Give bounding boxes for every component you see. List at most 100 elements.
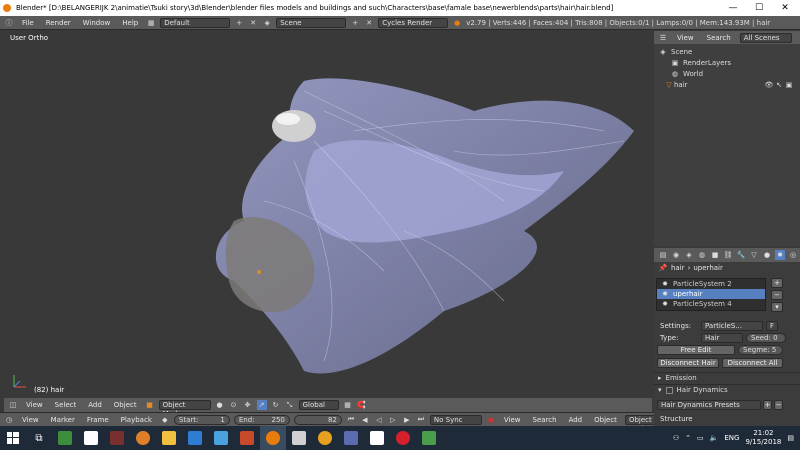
taskbar-app-13[interactable] — [364, 426, 390, 450]
close-button[interactable]: ✕ — [772, 0, 798, 16]
remove-system-button[interactable]: − — [771, 290, 783, 300]
layers-icon[interactable]: ▦ — [343, 400, 353, 410]
disconnect-all-button[interactable]: Disconnect All — [722, 358, 783, 368]
info-editor-icon[interactable]: ⓘ — [4, 18, 14, 28]
taskbar-file-explorer[interactable] — [156, 426, 182, 450]
rmenu-search[interactable]: Search — [529, 416, 561, 424]
physics-tab-icon[interactable]: ◎ — [788, 250, 798, 260]
language-indicator[interactable]: ENG — [724, 434, 739, 442]
outliner-item-hair[interactable]: ▽ hair 👁 ↖ ▣ — [654, 79, 800, 90]
play-icon[interactable]: ▷ — [388, 415, 398, 425]
tmenu-playback[interactable]: Playback — [117, 416, 156, 424]
modifier-tab-icon[interactable]: 🔧 — [736, 250, 746, 260]
volume-icon[interactable]: 🔈 — [710, 434, 719, 442]
orientation-selector[interactable]: Global — [298, 400, 339, 410]
vmenu-add[interactable]: Add — [84, 401, 106, 409]
scene-selector[interactable]: Scene — [276, 17, 347, 28]
hair-dynamics-panel-header[interactable]: ▾ Hair Dynamics — [654, 384, 800, 395]
timeline-editor-icon[interactable]: ◷ — [4, 415, 14, 425]
rmenu-view[interactable]: View — [500, 416, 525, 424]
shading-icon[interactable]: ● — [215, 400, 225, 410]
tmenu-frame[interactable]: Frame — [83, 416, 113, 424]
jump-start-icon[interactable]: ⏮ — [346, 415, 356, 425]
add-preset-button[interactable]: + — [763, 400, 772, 410]
constraint-tab-icon[interactable]: ⛓ — [723, 250, 733, 260]
type-select[interactable]: Hair — [701, 333, 743, 343]
settings-users[interactable]: F — [766, 321, 778, 331]
rmenu-object[interactable]: Object — [590, 416, 621, 424]
outliner-item-world[interactable]: ◍ World — [654, 68, 800, 79]
system-specials-button[interactable]: ▾ — [771, 302, 783, 312]
visibility-eye-icon[interactable]: 👁 — [764, 80, 774, 90]
vmenu-view[interactable]: View — [22, 401, 47, 409]
properties-editor-icon[interactable]: ▤ — [658, 250, 668, 260]
emission-panel-header[interactable]: ▸ Emission — [654, 372, 800, 383]
menu-render[interactable]: Render — [42, 19, 75, 27]
scale-icon[interactable]: ⤡ — [285, 400, 295, 410]
taskbar-app-4[interactable] — [130, 426, 156, 450]
mode-selector[interactable]: Object Mode — [158, 400, 211, 418]
layout-selector[interactable]: Default — [160, 17, 231, 28]
task-view-button[interactable]: ⧉ — [26, 426, 52, 450]
jump-end-icon[interactable]: ⏭ — [416, 415, 426, 425]
current-frame-field[interactable]: 82 — [293, 414, 342, 425]
taskbar-app-3[interactable] — [104, 426, 130, 450]
start-frame-field[interactable]: Start: 1 — [173, 414, 230, 425]
vmenu-select[interactable]: Select — [51, 401, 81, 409]
network-icon[interactable]: ▭ — [697, 434, 704, 442]
chevron-up-icon[interactable]: ⌃ — [685, 434, 691, 442]
outliner-item-scene[interactable]: ◈ Scene — [654, 46, 800, 57]
next-key-icon[interactable]: ▶ — [402, 415, 412, 425]
particles-tab-icon[interactable]: ✸ — [775, 250, 785, 260]
data-tab-icon[interactable]: ▽ — [749, 250, 759, 260]
taskbar-app-10[interactable] — [286, 426, 312, 450]
play-reverse-icon[interactable]: ◁ — [374, 415, 384, 425]
rmenu-add[interactable]: Add — [565, 416, 587, 424]
translate-icon[interactable]: ↗ — [256, 400, 267, 410]
material-tab-icon[interactable]: ● — [762, 250, 772, 260]
remove-scene-icon[interactable]: ✕ — [364, 18, 374, 28]
editor-type-icon[interactable]: ◫ — [8, 400, 18, 410]
list-item[interactable]: ✸ ParticleSystem 2 — [657, 279, 765, 289]
presets-select[interactable]: Hair Dynamics Presets — [657, 400, 761, 410]
snap-icon[interactable]: 🧲 — [357, 400, 367, 410]
outliner-editor-icon[interactable]: ☰ — [658, 33, 668, 43]
record-icon[interactable]: ● — [486, 415, 496, 425]
sync-selector[interactable]: No Sync — [429, 414, 482, 425]
outliner-item-renderlayers[interactable]: ▣ RenderLayers — [654, 57, 800, 68]
taskbar-app-12[interactable] — [338, 426, 364, 450]
taskbar-mail[interactable] — [182, 426, 208, 450]
notifications-icon[interactable]: ▤ — [787, 434, 794, 442]
end-frame-field[interactable]: End: 250 — [233, 414, 290, 425]
taskbar-app-2[interactable] — [78, 426, 104, 450]
maximize-button[interactable]: ☐ — [746, 0, 772, 16]
pin-icon[interactable]: 📌 — [658, 263, 668, 273]
taskbar-app-8[interactable] — [234, 426, 260, 450]
list-item[interactable]: ✸ ParticleSystem 4 — [657, 299, 765, 309]
free-edit-button[interactable]: Free Edit — [657, 345, 735, 355]
tmenu-view[interactable]: View — [18, 416, 43, 424]
tmenu-marker[interactable]: Marker — [47, 416, 79, 424]
add-system-button[interactable]: + — [771, 278, 783, 288]
outliner-search-menu[interactable]: Search — [703, 34, 735, 42]
taskbar-app-15[interactable] — [416, 426, 442, 450]
remove-preset-button[interactable]: − — [774, 400, 783, 410]
menu-window[interactable]: Window — [79, 19, 115, 27]
enable-checkbox[interactable] — [665, 386, 673, 394]
prev-key-icon[interactable]: ◀ — [360, 415, 370, 425]
add-layout-icon[interactable]: + — [234, 18, 244, 28]
segments-field[interactable]: Segme: 5 — [738, 345, 783, 355]
taskbar-opera[interactable] — [390, 426, 416, 450]
scene-icon[interactable]: ◈ — [262, 18, 272, 28]
seed-field[interactable]: Seed: 0 — [746, 333, 786, 343]
disconnect-hair-button[interactable]: Disconnect Hair — [657, 358, 719, 368]
minimize-button[interactable]: — — [720, 0, 746, 16]
taskbar-photos[interactable] — [208, 426, 234, 450]
keyframe-icon[interactable]: ◆ — [160, 415, 170, 425]
render-engine-select[interactable]: Cycles Render — [378, 17, 449, 28]
outliner-view-menu[interactable]: View — [673, 34, 698, 42]
vmenu-object[interactable]: Object — [110, 401, 141, 409]
world-tab-icon[interactable]: ◍ — [697, 250, 707, 260]
rotate-icon[interactable]: ↻ — [271, 400, 281, 410]
start-button[interactable] — [0, 426, 26, 450]
